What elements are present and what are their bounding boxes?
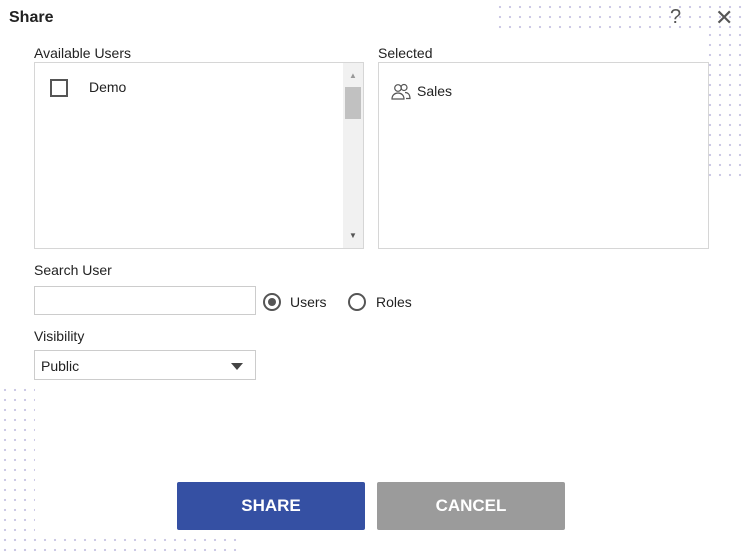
decor-dots: [495, 2, 745, 32]
users-group-icon: [391, 83, 411, 100]
decor-dots: [0, 385, 35, 557]
available-users-label: Available Users: [34, 45, 132, 61]
scroll-down-icon[interactable]: ▼: [349, 231, 357, 240]
help-icon[interactable]: ?: [670, 6, 681, 29]
scroll-up-icon[interactable]: ▲: [349, 71, 357, 80]
share-button[interactable]: SHARE: [177, 482, 365, 530]
roles-radio-label[interactable]: Roles: [376, 294, 412, 310]
chevron-down-icon: [231, 363, 243, 370]
scrollbar[interactable]: ▲ ▼: [343, 63, 363, 248]
selected-label: Selected: [378, 45, 433, 61]
visibility-value: Public: [41, 358, 80, 374]
visibility-select[interactable]: Public: [34, 350, 256, 380]
search-user-label: Search User: [34, 262, 112, 278]
visibility-label: Visibility: [34, 328, 85, 344]
roles-radio[interactable]: [348, 293, 366, 311]
list-item[interactable]: Demo: [89, 79, 126, 95]
close-icon[interactable]: ✕: [715, 5, 733, 31]
dialog-title: Share: [9, 9, 54, 26]
available-users-list: Demo ▲ ▼: [34, 62, 364, 249]
scroll-thumb[interactable]: [345, 87, 361, 119]
demo-checkbox[interactable]: [50, 79, 68, 97]
decor-dots: [0, 535, 240, 557]
decor-dots: [705, 30, 745, 180]
list-item[interactable]: Sales: [417, 83, 452, 99]
cancel-button[interactable]: CANCEL: [377, 482, 565, 530]
users-radio[interactable]: [263, 293, 281, 311]
users-radio-label[interactable]: Users: [290, 294, 327, 310]
selected-list: Sales: [378, 62, 709, 249]
search-user-input[interactable]: [34, 286, 256, 315]
